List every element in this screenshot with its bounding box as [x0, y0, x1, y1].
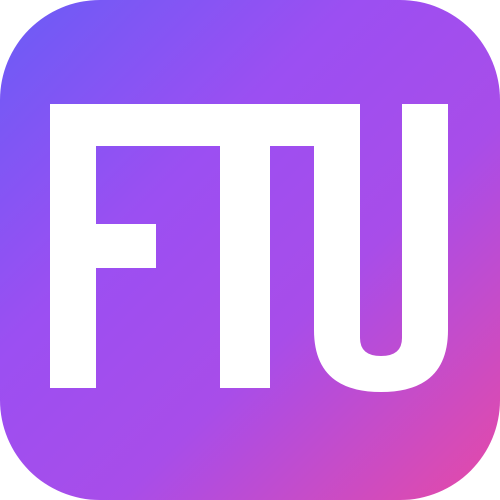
- ftu-logo-mark: [50, 104, 448, 392]
- app-icon: [0, 0, 500, 500]
- letter-t: [172, 104, 318, 388]
- letter-u: [314, 104, 448, 392]
- letter-f: [50, 104, 172, 388]
